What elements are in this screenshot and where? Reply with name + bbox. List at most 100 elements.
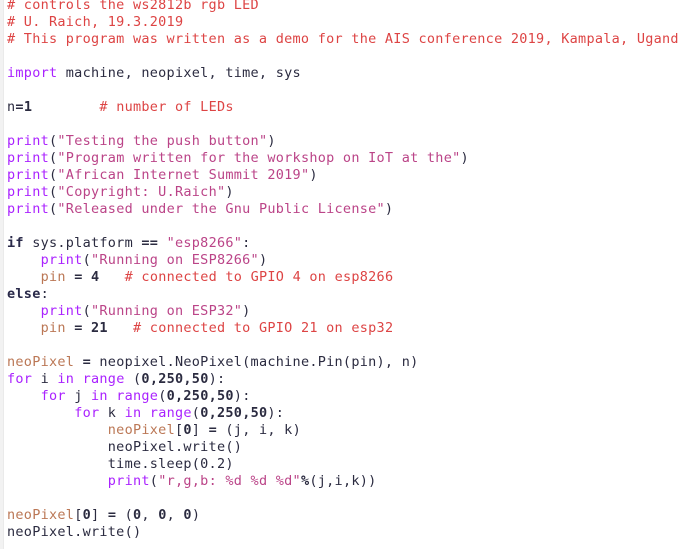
code-token-name: neoPixel bbox=[107, 422, 175, 438]
code-line[interactable]: print("r,g,b: %d %d %d"%(j,i,k)) bbox=[0, 473, 679, 490]
code-token-blank bbox=[7, 82, 15, 98]
code-token-keyword: for bbox=[40, 388, 66, 404]
code-line[interactable]: if sys.platform == "esp8266": bbox=[0, 235, 679, 252]
code-line[interactable] bbox=[0, 218, 679, 235]
code-token-number: 0 bbox=[183, 422, 192, 438]
code-line[interactable]: print("Running on ESP8266") bbox=[0, 252, 679, 269]
code-line[interactable]: time.sleep(0.2) bbox=[0, 456, 679, 473]
code-token-plain: neoPixel.write() bbox=[7, 439, 243, 455]
code-line[interactable]: neoPixel = neopixel.NeoPixel(machine.Pin… bbox=[0, 354, 679, 371]
code-line[interactable]: pin = 4 # connected to GPIO 4 on esp8266 bbox=[0, 269, 679, 286]
code-token-plain: machine, neopixel, time, sys bbox=[57, 65, 301, 81]
code-line[interactable]: for k in range(0,250,50): bbox=[0, 405, 679, 422]
code-line[interactable]: neoPixel.write() bbox=[0, 524, 679, 541]
code-token-string: "Running on ESP8266" bbox=[91, 252, 259, 268]
code-line[interactable]: print("Running on ESP32") bbox=[0, 303, 679, 320]
code-token-number: 0,250,50 bbox=[166, 388, 234, 404]
code-token-keyword: in bbox=[57, 371, 75, 387]
code-token-plain: neopixel.NeoPixel(machine.Pin(pin), n) bbox=[91, 354, 419, 370]
code-line[interactable] bbox=[0, 337, 679, 354]
code-token-op: = bbox=[74, 269, 83, 285]
code-token-number: 0 bbox=[158, 507, 167, 523]
code-token-plain: neoPixel.write() bbox=[7, 524, 142, 540]
code-line[interactable] bbox=[0, 82, 679, 99]
code-line[interactable]: else: bbox=[0, 286, 679, 303]
code-token-plain: j,i,k bbox=[317, 473, 360, 489]
code-line[interactable]: neoPixel.write() bbox=[0, 439, 679, 456]
code-token-number: 1 bbox=[23, 99, 33, 115]
code-token-string: "African Internet Summit 2019" bbox=[57, 167, 310, 183]
source-code-listing[interactable]: # controls the ws2812b rgb LED # U. Raich… bbox=[0, 0, 679, 541]
code-line[interactable]: pin = 21 # connected to GPIO 21 on esp32 bbox=[0, 320, 679, 337]
code-editor-view[interactable]: # controls the ws2812b rgb LED # U. Raich… bbox=[0, 0, 679, 549]
code-token-punct: ) bbox=[258, 252, 268, 268]
code-token-punct: ) bbox=[267, 133, 276, 149]
code-line[interactable]: # This program was written as a demo for… bbox=[0, 31, 679, 48]
code-line[interactable]: print("African Internet Summit 2019") bbox=[0, 167, 679, 184]
code-token-name: pin bbox=[40, 320, 66, 336]
code-token-plain: i bbox=[32, 371, 58, 387]
code-token-number: 0,250,50 bbox=[141, 371, 209, 387]
code-token-plain: ) bbox=[191, 507, 201, 523]
code-line[interactable]: print("Program written for the workshop … bbox=[0, 150, 679, 167]
code-token-plain: k bbox=[99, 405, 125, 421]
code-token-punct: ) bbox=[242, 303, 251, 319]
code-token-string: "Testing the push button" bbox=[57, 133, 268, 149]
code-token-control: if bbox=[7, 235, 24, 251]
code-token-builtin: print bbox=[7, 184, 49, 200]
code-line[interactable]: print("Released under the Gnu Public Lic… bbox=[0, 201, 679, 218]
code-line[interactable]: # controls the ws2812b rgb LED bbox=[0, 0, 679, 14]
code-line[interactable]: neoPixel[0] = (j, i, k) bbox=[0, 422, 679, 439]
code-token-op: = bbox=[208, 422, 217, 438]
code-line[interactable]: for i in range (0,250,50): bbox=[0, 371, 679, 388]
code-token-punct: ( bbox=[82, 303, 91, 319]
code-token-op: = bbox=[74, 320, 83, 336]
code-token-punct: ( bbox=[309, 473, 318, 489]
code-token-string: "Program written for the workshop on IoT… bbox=[57, 150, 461, 166]
code-line[interactable]: print("Copyright: U.Raich") bbox=[0, 184, 679, 201]
code-token-builtin: print bbox=[7, 133, 49, 149]
code-line[interactable]: # U. Raich, 19.3.2019 bbox=[0, 14, 679, 31]
code-token-string: "r,g,b: %d %d %d" bbox=[158, 473, 301, 489]
code-token-string: "esp8266" bbox=[166, 235, 243, 251]
code-token-keyword: in bbox=[124, 405, 142, 421]
code-line[interactable]: neoPixel[0] = (0, 0, 0) bbox=[0, 507, 679, 524]
code-token-builtin: range bbox=[82, 371, 125, 387]
code-token-number: 0,250,50 bbox=[200, 405, 268, 421]
code-token-string: "Running on ESP32" bbox=[91, 303, 243, 319]
code-token-op: == bbox=[141, 235, 159, 251]
code-line[interactable]: for j in range(0,250,50): bbox=[0, 388, 679, 405]
code-token-keyword: import bbox=[7, 65, 58, 81]
code-token-punct: ( bbox=[82, 252, 91, 268]
code-line[interactable]: n=1 # number of LEDs bbox=[0, 99, 679, 116]
code-line[interactable] bbox=[0, 48, 679, 65]
code-line[interactable]: print("Testing the push button") bbox=[0, 133, 679, 150]
code-token-blank bbox=[7, 337, 15, 353]
code-token-punct: [ bbox=[74, 507, 83, 523]
code-token-punct: ): bbox=[267, 405, 285, 421]
code-token-punct: : bbox=[40, 286, 49, 302]
code-token-builtin: range bbox=[116, 388, 159, 404]
code-line[interactable] bbox=[0, 116, 679, 133]
code-token-punct: ): bbox=[233, 388, 251, 404]
code-token-punct: ( bbox=[158, 388, 167, 404]
code-token-comment: # This program was written as a demo for… bbox=[7, 31, 679, 47]
code-line[interactable]: import machine, neopixel, time, sys bbox=[0, 65, 679, 82]
code-token-builtin: print bbox=[7, 150, 49, 166]
code-line[interactable] bbox=[0, 490, 679, 507]
